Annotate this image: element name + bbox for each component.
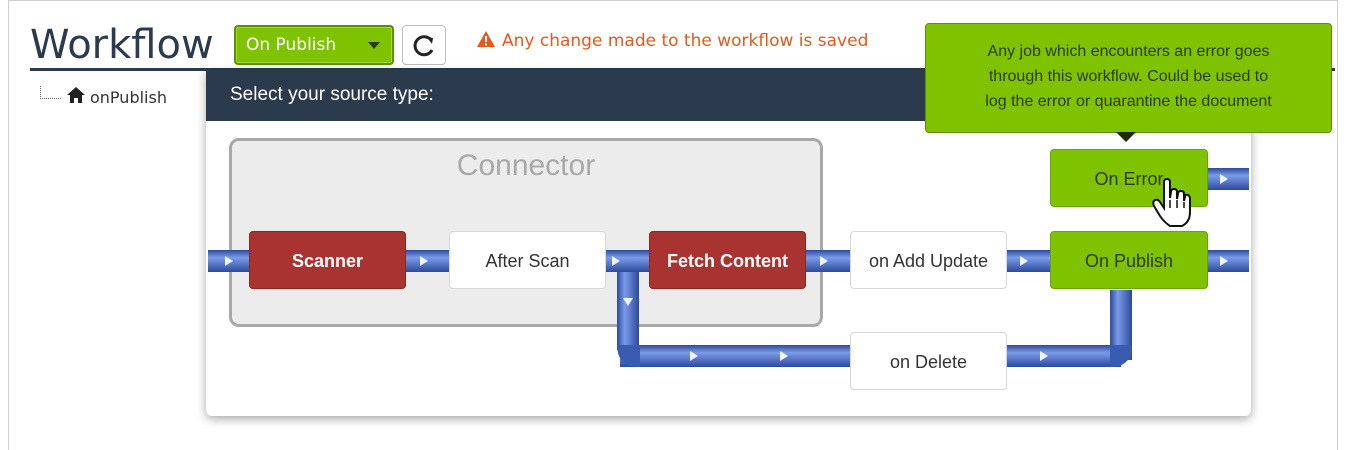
node-on-delete[interactable]: on Delete bbox=[850, 332, 1007, 390]
tooltip-line: log the error or quarantine the document bbox=[985, 93, 1272, 110]
node-on-publish[interactable]: On Publish bbox=[1050, 231, 1208, 289]
node-on-add-update[interactable]: on Add Update bbox=[850, 231, 1007, 289]
node-scanner[interactable]: Scanner bbox=[249, 231, 406, 289]
node-after-scan[interactable]: After Scan bbox=[449, 231, 606, 289]
tooltip-line: Any job which encounters an error goes bbox=[987, 43, 1270, 60]
node-fetch-content[interactable]: Fetch Content bbox=[649, 231, 806, 289]
hand-pointer-icon bbox=[1152, 178, 1191, 227]
tooltip-line: through this workflow. Could be used to bbox=[988, 68, 1269, 85]
tooltip-arrow bbox=[1116, 132, 1136, 142]
on-error-tooltip: Any job which encounters an error goes t… bbox=[925, 23, 1332, 142]
